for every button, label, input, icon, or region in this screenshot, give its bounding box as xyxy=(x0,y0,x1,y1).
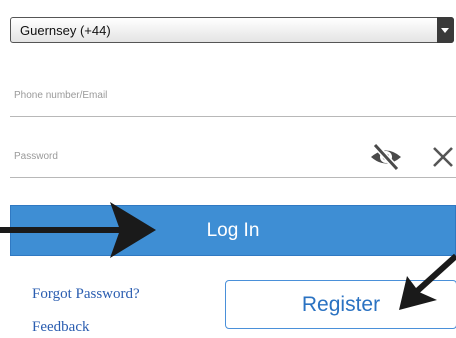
close-icon[interactable] xyxy=(428,142,456,172)
forgot-password-link[interactable]: Forgot Password? xyxy=(32,286,140,303)
eye-slash-icon[interactable] xyxy=(368,141,404,173)
arrow-icon xyxy=(399,253,456,310)
arrow-icon xyxy=(0,202,156,258)
phone-email-field[interactable]: Phone number/Email xyxy=(10,80,456,117)
feedback-link[interactable]: Feedback xyxy=(32,319,89,336)
password-placeholder: Password xyxy=(14,151,58,162)
password-field[interactable]: Password xyxy=(10,141,456,178)
caret-down-icon xyxy=(441,28,449,33)
phone-email-placeholder: Phone number/Email xyxy=(14,90,108,101)
select-dropdown-toggle[interactable] xyxy=(437,17,454,43)
country-select-value: Guernsey (+44) xyxy=(20,23,111,38)
register-button-label: Register xyxy=(301,292,381,316)
country-select[interactable]: Guernsey (+44) xyxy=(10,17,454,43)
login-button-label: Log In xyxy=(206,219,260,241)
